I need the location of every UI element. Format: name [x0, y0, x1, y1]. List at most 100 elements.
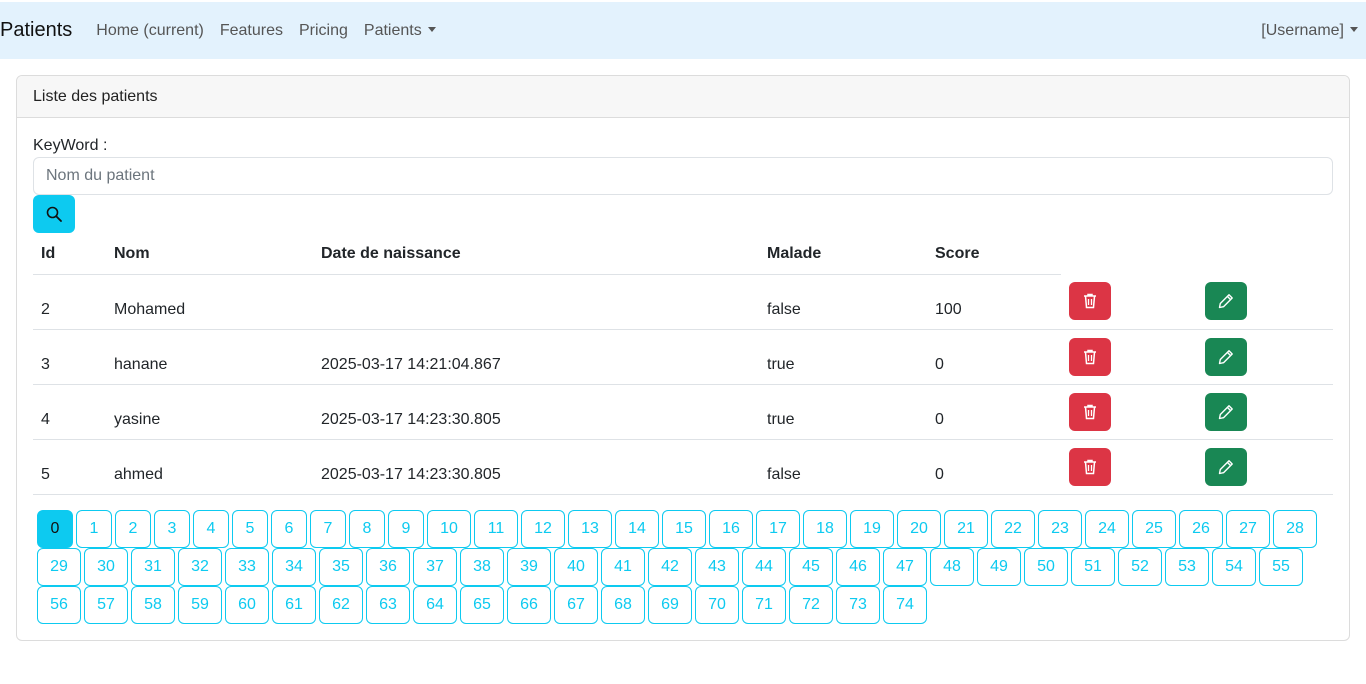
page-button[interactable]: 33	[225, 548, 269, 586]
page-button[interactable]: 8	[349, 510, 385, 548]
nav-link-home[interactable]: Home (current)	[96, 22, 204, 40]
cell-id: 5	[33, 439, 106, 495]
page-button[interactable]: 54	[1212, 548, 1256, 586]
page-button[interactable]: 11	[474, 510, 518, 548]
page-button[interactable]: 59	[178, 586, 222, 624]
page-button[interactable]: 40	[554, 548, 598, 586]
search-button[interactable]	[33, 195, 75, 233]
page-button[interactable]: 19	[850, 510, 894, 548]
edit-button[interactable]	[1205, 392, 1247, 431]
page-button[interactable]: 30	[84, 548, 128, 586]
page-button[interactable]: 4	[193, 510, 229, 548]
page-button[interactable]: 7	[310, 510, 346, 548]
page-button[interactable]: 57	[84, 586, 128, 624]
page-button[interactable]: 68	[601, 586, 645, 624]
page-button[interactable]: 65	[460, 586, 504, 624]
page-button[interactable]: 6	[271, 510, 307, 548]
edit-button[interactable]	[1205, 447, 1247, 486]
cell-date: 2025-03-17 14:23:30.805	[313, 384, 759, 440]
page-button[interactable]: 34	[272, 548, 316, 586]
page-button[interactable]: 23	[1038, 510, 1082, 548]
page-button[interactable]: 55	[1259, 548, 1303, 586]
page-button[interactable]: 15	[662, 510, 706, 548]
page-button[interactable]: 12	[521, 510, 565, 548]
page-button[interactable]: 41	[601, 548, 645, 586]
page-button[interactable]: 56	[37, 586, 81, 624]
user-dropdown[interactable]: [Username]	[1261, 22, 1358, 40]
page-button[interactable]: 58	[131, 586, 175, 624]
page-button[interactable]: 67	[554, 586, 598, 624]
page-button[interactable]: 61	[272, 586, 316, 624]
page-button[interactable]: 45	[789, 548, 833, 586]
page-button[interactable]: 14	[615, 510, 659, 548]
page-button[interactable]: 63	[366, 586, 410, 624]
patients-table: Id Nom Date de naissance Malade Score 2 …	[33, 235, 1333, 495]
cell-date	[313, 274, 759, 330]
edit-button[interactable]	[1205, 337, 1247, 376]
page-button[interactable]: 27	[1226, 510, 1270, 548]
page-button[interactable]: 48	[930, 548, 974, 586]
page-button[interactable]: 24	[1085, 510, 1129, 548]
page-button[interactable]: 28	[1273, 510, 1317, 548]
page-button[interactable]: 46	[836, 548, 880, 586]
page-button[interactable]: 44	[742, 548, 786, 586]
delete-button[interactable]	[1069, 337, 1111, 376]
page-button[interactable]: 70	[695, 586, 739, 624]
page-button[interactable]: 5	[232, 510, 268, 548]
page-button[interactable]: 35	[319, 548, 363, 586]
page-button[interactable]: 73	[836, 586, 880, 624]
delete-button[interactable]	[1069, 392, 1111, 431]
nav-link-features[interactable]: Features	[220, 22, 283, 40]
page-button[interactable]: 13	[568, 510, 612, 548]
page-button[interactable]: 0	[37, 510, 73, 548]
trash-icon	[1084, 459, 1096, 474]
delete-button[interactable]	[1069, 447, 1111, 486]
page-button[interactable]: 72	[789, 586, 833, 624]
page-button[interactable]: 25	[1132, 510, 1176, 548]
page-button[interactable]: 26	[1179, 510, 1223, 548]
page-button[interactable]: 1	[76, 510, 112, 548]
page-button[interactable]: 52	[1118, 548, 1162, 586]
caret-down-icon	[427, 26, 436, 32]
keyword-input[interactable]	[33, 157, 1333, 195]
page-button[interactable]: 74	[883, 586, 927, 624]
page-button[interactable]: 66	[507, 586, 551, 624]
page-button[interactable]: 36	[366, 548, 410, 586]
page-button[interactable]: 60	[225, 586, 269, 624]
page-button[interactable]: 20	[897, 510, 941, 548]
page-button[interactable]: 32	[178, 548, 222, 586]
navbar-brand[interactable]: Patients	[0, 19, 72, 42]
page-button[interactable]: 29	[37, 548, 81, 586]
page-button[interactable]: 18	[803, 510, 847, 548]
page-button[interactable]: 50	[1024, 548, 1068, 586]
page-button[interactable]: 37	[413, 548, 457, 586]
page-button[interactable]: 49	[977, 548, 1021, 586]
page-button[interactable]: 43	[695, 548, 739, 586]
page-button[interactable]: 9	[388, 510, 424, 548]
page-button[interactable]: 17	[756, 510, 800, 548]
page-button[interactable]: 62	[319, 586, 363, 624]
page-button[interactable]: 38	[460, 548, 504, 586]
nav-link-pricing[interactable]: Pricing	[299, 22, 348, 40]
page-button[interactable]: 53	[1165, 548, 1209, 586]
page-button[interactable]: 31	[131, 548, 175, 586]
page-button[interactable]: 21	[944, 510, 988, 548]
page-button[interactable]: 22	[991, 510, 1035, 548]
page-button[interactable]: 71	[742, 586, 786, 624]
page-button[interactable]: 39	[507, 548, 551, 586]
page-button[interactable]: 16	[709, 510, 753, 548]
nav-dropdown-patients[interactable]: Patients	[364, 22, 436, 40]
page-button[interactable]: 3	[154, 510, 190, 548]
delete-button[interactable]	[1069, 282, 1111, 320]
page-button[interactable]: 10	[427, 510, 471, 548]
page-button[interactable]: 42	[648, 548, 692, 586]
cell-edit	[1197, 329, 1333, 385]
cell-malade: false	[759, 439, 927, 495]
page-button[interactable]: 47	[883, 548, 927, 586]
page-button[interactable]: 64	[413, 586, 457, 624]
page-button[interactable]: 69	[648, 586, 692, 624]
user-dropdown-label: [Username]	[1261, 22, 1344, 39]
edit-button[interactable]	[1205, 282, 1247, 320]
page-button[interactable]: 2	[115, 510, 151, 548]
page-button[interactable]: 51	[1071, 548, 1115, 586]
